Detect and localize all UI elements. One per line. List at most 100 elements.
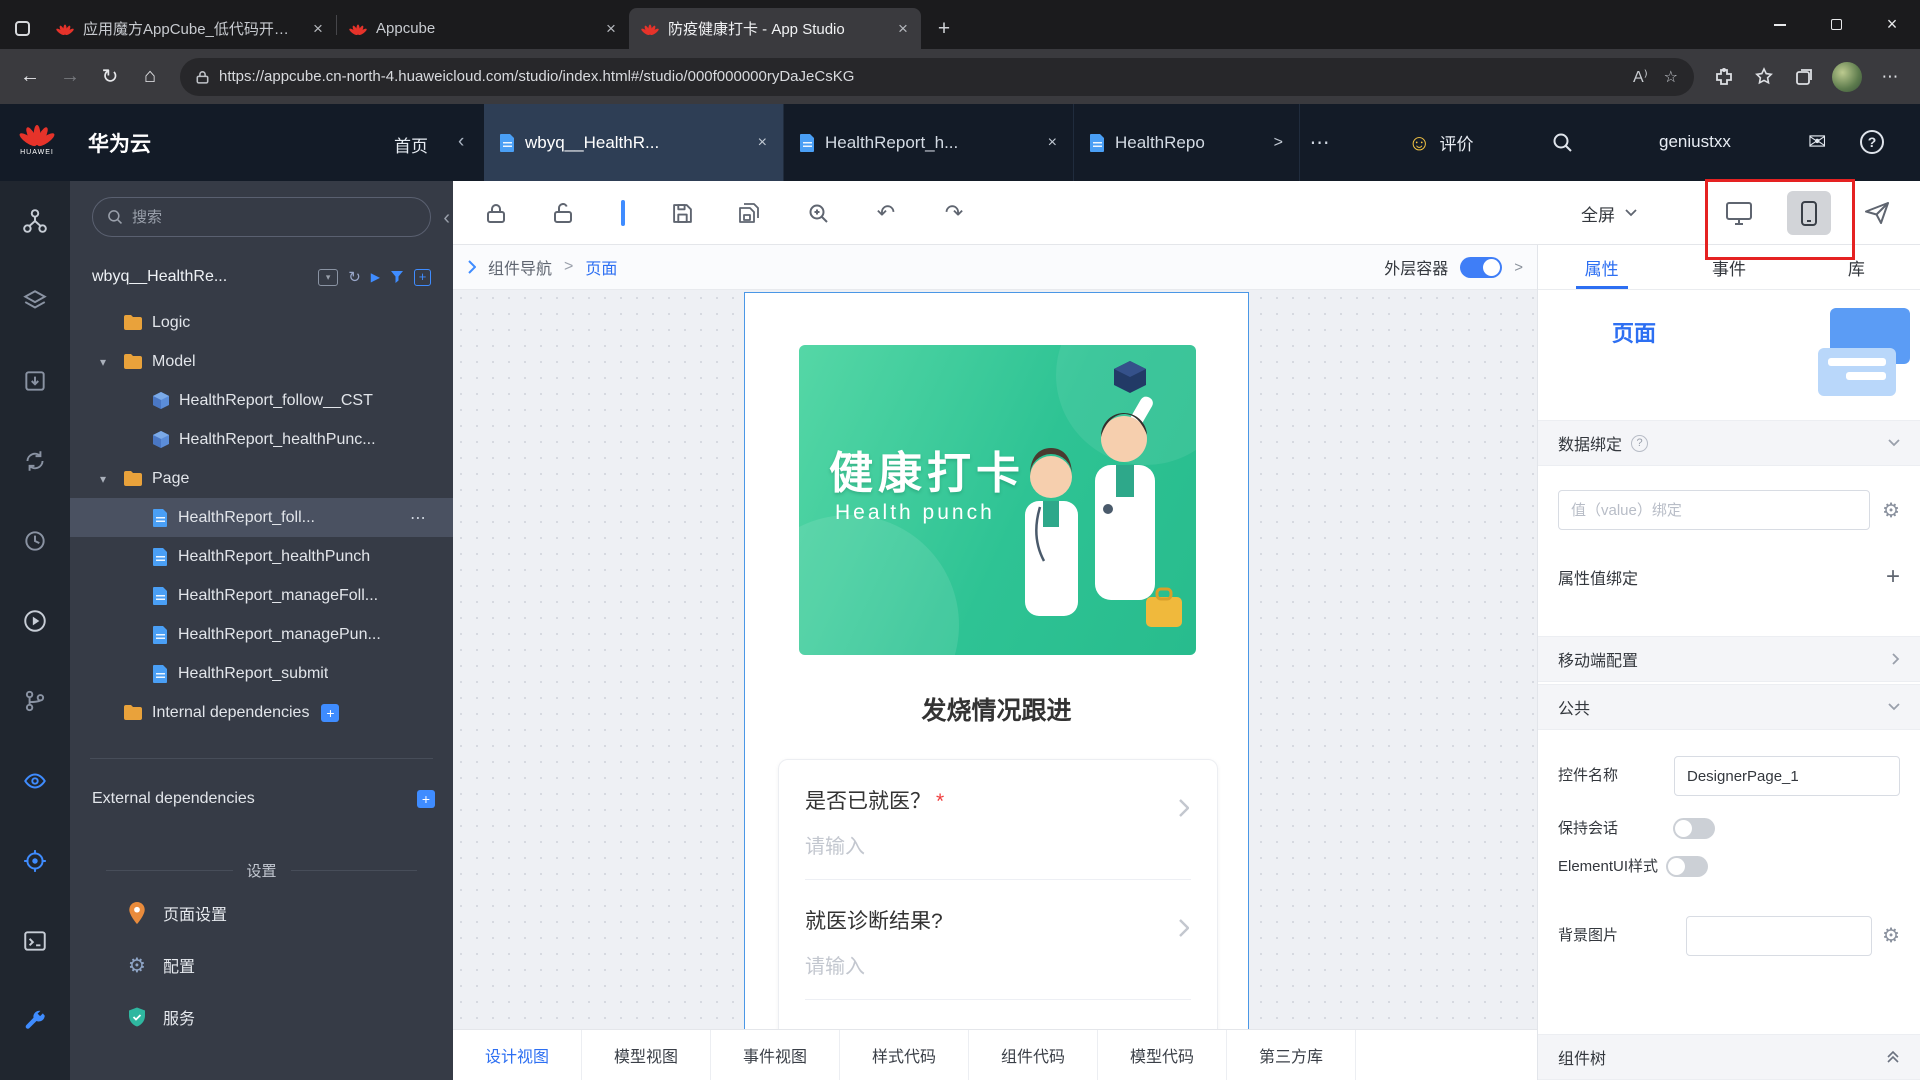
- help-tooltip-icon[interactable]: ?: [1631, 434, 1649, 452]
- extensions-icon[interactable]: [1706, 59, 1742, 95]
- breadcrumb-current[interactable]: 页面: [585, 255, 617, 279]
- outer-container-toggle[interactable]: [1460, 256, 1503, 278]
- view-tab-model-code[interactable]: 模型代码: [1098, 1030, 1227, 1080]
- expand-arrow[interactable]: ▾: [100, 355, 124, 369]
- username[interactable]: geniustxx: [1659, 132, 1731, 152]
- back-button[interactable]: ←: [12, 59, 48, 95]
- layers-icon[interactable]: [0, 261, 70, 341]
- file-tab-active[interactable]: wbyq__HealthR... ×: [484, 104, 784, 181]
- tab-close-icon[interactable]: ×: [1048, 134, 1057, 152]
- view-tab-third-party[interactable]: 第三方库: [1227, 1030, 1356, 1080]
- keep-session-toggle[interactable]: [1673, 818, 1715, 840]
- tab-events[interactable]: 事件: [1665, 245, 1792, 289]
- menu-page-settings[interactable]: 页面设置: [70, 887, 453, 939]
- add-dependency-icon[interactable]: +: [321, 703, 340, 722]
- redo-icon[interactable]: ↷: [936, 195, 972, 231]
- add-favorite-icon[interactable]: ☆: [1664, 67, 1678, 87]
- form-card[interactable]: 是否已就医？* 请输入 就医诊断结果? 请输入 是否已住院？*: [778, 759, 1218, 1029]
- search-input[interactable]: [132, 208, 382, 226]
- app-structure-icon[interactable]: [0, 181, 70, 261]
- section-common[interactable]: 公共: [1538, 684, 1920, 730]
- gear-icon[interactable]: ⚙: [1882, 498, 1900, 523]
- tree-item-model[interactable]: ▾ Model: [70, 342, 453, 381]
- page-heading[interactable]: 发烧情况跟进: [745, 691, 1248, 727]
- view-tab-component-code[interactable]: 组件代码: [969, 1030, 1098, 1080]
- mobile-page-frame[interactable]: 健康打卡 Health punch 发烧情况跟进 是否已就医？ * 请输入 就医…: [744, 292, 1249, 1029]
- version-select-icon[interactable]: ▾: [318, 268, 339, 286]
- save-icon[interactable]: [664, 195, 700, 231]
- tab-close-icon[interactable]: ×: [601, 19, 621, 39]
- tree-item-logic[interactable]: Logic: [70, 303, 453, 342]
- file-tab[interactable]: HealthRepo >: [1074, 104, 1300, 181]
- code-scan-icon[interactable]: [0, 741, 70, 821]
- tab-close-icon[interactable]: ×: [893, 19, 913, 39]
- add-binding-icon[interactable]: +: [1886, 563, 1900, 591]
- browser-tab-app-studio[interactable]: 防疫健康打卡 - App Studio ×: [629, 8, 921, 49]
- browser-tab-appcube-doc[interactable]: 应用魔方AppCube_低代码开发平 ×: [44, 8, 336, 49]
- health-punch-banner[interactable]: 健康打卡 Health punch: [799, 345, 1196, 655]
- fullscreen-dropdown[interactable]: 全屏: [1581, 181, 1637, 245]
- minimize-button[interactable]: [1752, 0, 1808, 49]
- tree-item-model-punch[interactable]: HealthReport_healthPunc...: [70, 420, 453, 459]
- tab-library[interactable]: 库: [1793, 245, 1920, 289]
- project-row[interactable]: wbyq__HealthRe... ▾ ↻ ▶ +: [92, 259, 431, 295]
- mail-icon[interactable]: ✉: [1808, 129, 1826, 155]
- elementui-toggle[interactable]: [1666, 856, 1708, 878]
- history-icon[interactable]: [0, 501, 70, 581]
- expand-arrow[interactable]: ▾: [100, 472, 124, 486]
- tree-item-page-submit[interactable]: HealthReport_submit: [70, 654, 453, 693]
- home-button[interactable]: ⌂: [132, 59, 168, 95]
- add-external-dependency-icon[interactable]: +: [417, 790, 435, 808]
- desktop-view-button[interactable]: [1721, 195, 1757, 231]
- git-branch-icon[interactable]: [0, 661, 70, 741]
- window-close-button[interactable]: ×: [1864, 0, 1920, 49]
- wrench-icon[interactable]: [0, 981, 70, 1061]
- home-link[interactable]: 首页: [394, 132, 428, 157]
- tree-item-internal-dependencies[interactable]: Internal dependencies +: [70, 693, 453, 732]
- browser-settings-icon[interactable]: ⋯: [1872, 59, 1908, 95]
- explorer-search[interactable]: [92, 197, 431, 237]
- section-mobile-config[interactable]: 移动端配置: [1538, 636, 1920, 682]
- menu-services[interactable]: 服务: [70, 991, 453, 1043]
- inspector-expander-icon[interactable]: >: [1514, 259, 1523, 276]
- target-config-icon[interactable]: [0, 821, 70, 901]
- tree-item-page-managefollow[interactable]: HealthReport_manageFoll...: [70, 576, 453, 615]
- tab-actions-button[interactable]: [0, 8, 44, 49]
- debug-run-icon[interactable]: [0, 581, 70, 661]
- external-dependencies-row[interactable]: External dependencies +: [70, 779, 453, 819]
- undo-icon[interactable]: ↶: [868, 195, 904, 231]
- mobile-view-button-selected[interactable]: [1787, 191, 1831, 235]
- section-data-binding[interactable]: 数据绑定 ?: [1538, 420, 1920, 466]
- new-tab-button[interactable]: +: [927, 12, 961, 46]
- file-tab[interactable]: HealthReport_h... ×: [784, 104, 1074, 181]
- preview-zoom-icon[interactable]: [800, 195, 836, 231]
- breadcrumb-nav-label[interactable]: 组件导航: [488, 255, 552, 279]
- run-icon[interactable]: ▶: [371, 270, 380, 284]
- unlock-icon[interactable]: [545, 195, 581, 231]
- tree-item-page-healthpunch[interactable]: HealthReport_healthPunch: [70, 537, 453, 576]
- control-name-input[interactable]: [1674, 756, 1900, 796]
- panel-expander-icon[interactable]: [467, 260, 476, 274]
- tree-item-page-follow-selected[interactable]: HealthReport_foll... ⋯: [70, 498, 453, 537]
- lock-icon[interactable]: [478, 195, 514, 231]
- collections-icon[interactable]: [1786, 59, 1822, 95]
- maximize-button[interactable]: [1808, 0, 1864, 49]
- property-binding-row[interactable]: 属性值绑定 +: [1538, 554, 1920, 600]
- form-field-diagnosis[interactable]: 就医诊断结果? 请输入: [805, 880, 1191, 1000]
- publish-icon[interactable]: [1859, 195, 1895, 231]
- install-package-icon[interactable]: [0, 341, 70, 421]
- help-button[interactable]: ?: [1860, 130, 1884, 154]
- value-binding-input[interactable]: [1558, 490, 1871, 530]
- bg-image-input[interactable]: [1686, 915, 1873, 956]
- terminal-icon[interactable]: [0, 901, 70, 981]
- tab-scroll-left-icon[interactable]: ‹: [458, 131, 464, 153]
- sync-icon[interactable]: [0, 421, 70, 501]
- menu-configuration[interactable]: ⚙ 配置: [70, 939, 453, 991]
- gear-icon[interactable]: ⚙: [1882, 923, 1900, 948]
- tab-close-icon[interactable]: ×: [308, 19, 328, 39]
- add-resource-icon[interactable]: +: [414, 268, 431, 286]
- tab-close-icon[interactable]: ×: [758, 134, 767, 152]
- item-more-icon[interactable]: ⋯: [410, 508, 427, 528]
- browser-profile-avatar[interactable]: [1832, 61, 1862, 92]
- refresh-project-icon[interactable]: ↻: [348, 268, 361, 286]
